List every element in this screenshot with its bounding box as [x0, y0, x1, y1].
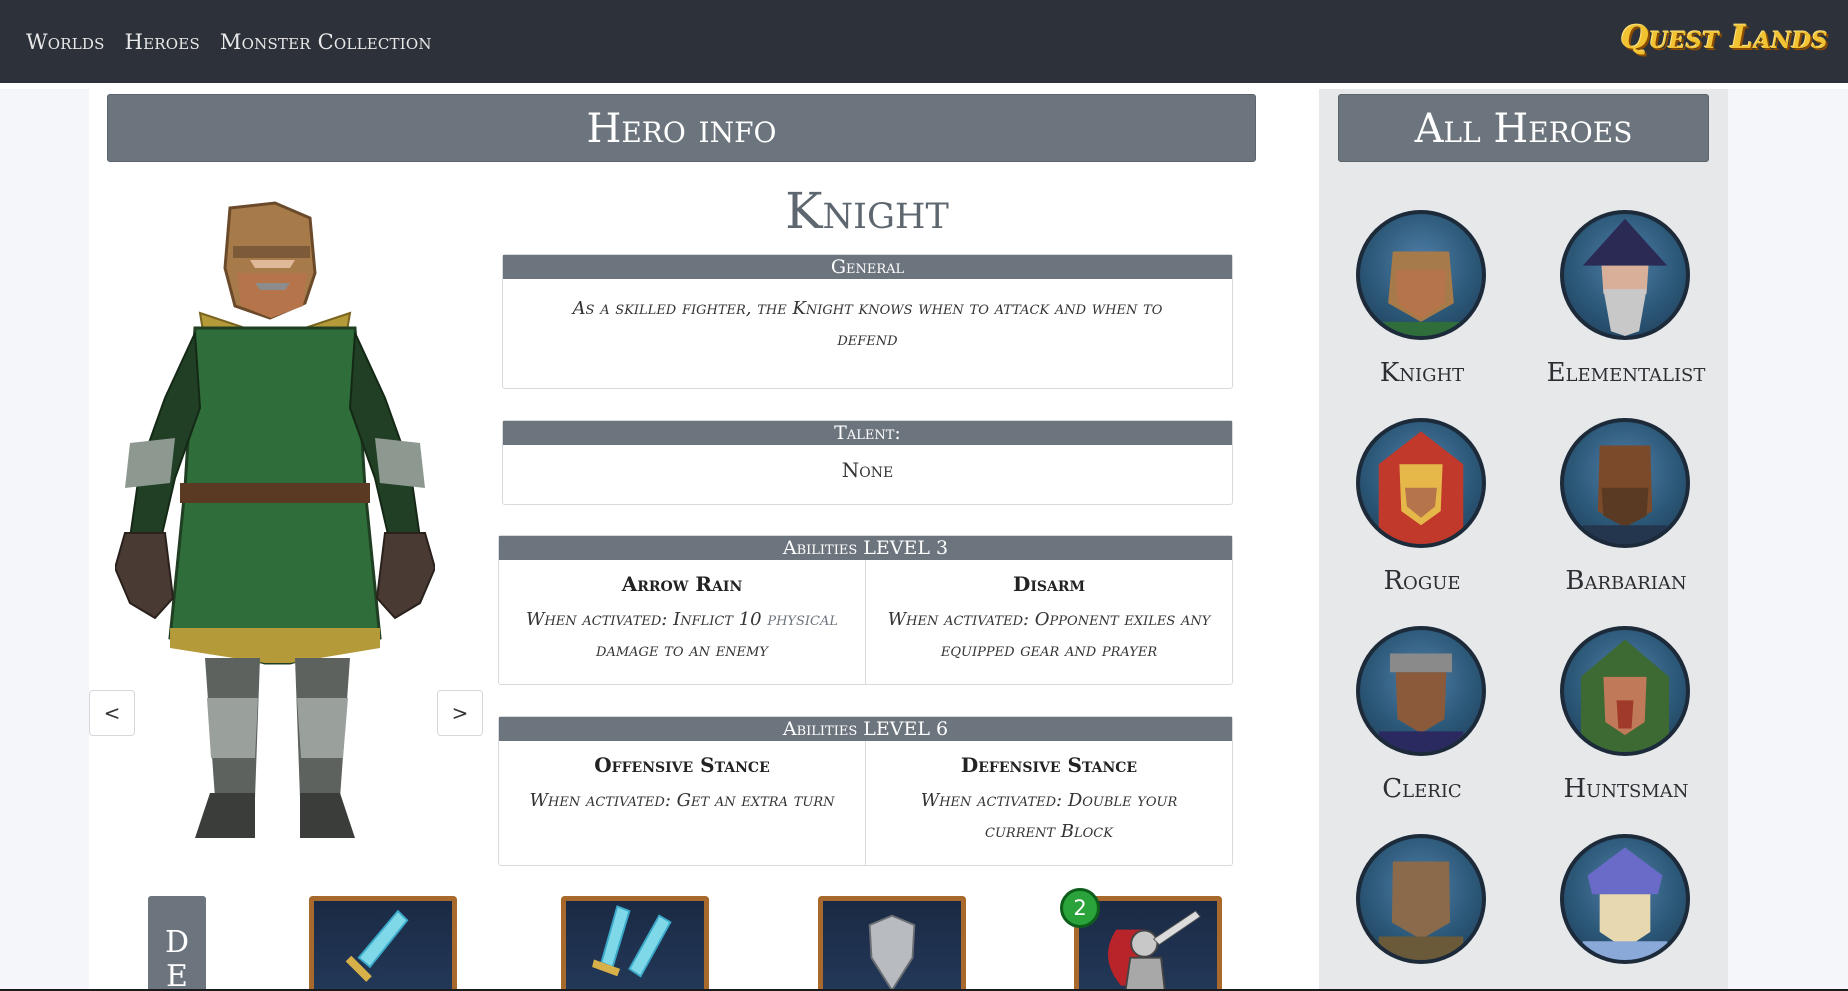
damage-type-label: physical	[767, 609, 839, 630]
knight-figure-image	[115, 201, 435, 838]
ability-name: Disarm	[1013, 572, 1085, 596]
nav-link-heroes[interactable]: Heroes	[125, 30, 200, 54]
top-navbar: Worlds Heroes Monster Collection Quest L…	[0, 0, 1848, 83]
card-count-badge: 2	[1060, 888, 1100, 928]
ability-description: When activated: Opponent exiles any equi…	[887, 609, 1211, 661]
hero-portrait-huntsman[interactable]	[1560, 626, 1690, 756]
hero-portrait-rogue[interactable]	[1356, 418, 1486, 548]
sword-icon[interactable]	[309, 896, 457, 991]
ability-description: When activated: Double your current Bloc…	[920, 790, 1178, 842]
hero-portrait[interactable]	[1560, 834, 1690, 964]
hero-label-cleric[interactable]: Cleric	[1322, 774, 1522, 804]
shield-icon[interactable]	[818, 896, 966, 991]
ability-card: Offensive Stance When activated: Get an …	[499, 741, 866, 865]
hero-portrait-cleric[interactable]	[1356, 626, 1486, 756]
hero-info-title: Hero info	[107, 94, 1256, 162]
ability-card: Arrow Rain When activated: Inflict 10 ph…	[499, 560, 866, 684]
deck-tab-letter: D	[164, 925, 190, 960]
hero-label-barbarian[interactable]: Barbarian	[1526, 566, 1726, 596]
talent-header: Talent:	[503, 421, 1232, 445]
hero-name: Knight	[785, 182, 949, 240]
hero-portrait-elementalist[interactable]	[1560, 210, 1690, 340]
abilities-level-3-section: Abilities LEVEL 3 Arrow Rain When activa…	[498, 535, 1233, 685]
ability-name: Defensive Stance	[960, 753, 1138, 777]
hero-portrait-knight[interactable]	[1356, 210, 1486, 340]
hero-portrait[interactable]	[1356, 834, 1486, 964]
hero-label-huntsman[interactable]: Huntsman	[1526, 774, 1726, 804]
previous-hero-button[interactable]: <	[89, 690, 135, 736]
ability-card: Disarm When activated: Opponent exiles a…	[866, 560, 1232, 684]
hero-label-rogue[interactable]: Rogue	[1322, 566, 1522, 596]
general-section: General As a skilled fighter, the Knight…	[502, 254, 1233, 389]
hero-portrait-barbarian[interactable]	[1560, 418, 1690, 548]
talent-section: Talent: None	[502, 420, 1233, 505]
abilities-level-3-header: Abilities LEVEL 3	[499, 536, 1232, 560]
hero-label-elementalist[interactable]: Elementalist	[1526, 358, 1726, 388]
abilities-level-6-header: Abilities LEVEL 6	[499, 717, 1232, 741]
ability-description: When activated: Inflict 10 physical dama…	[525, 609, 839, 661]
ability-description: When activated: Get an extra turn	[529, 790, 835, 811]
ability-name: Offensive Stance	[594, 753, 770, 777]
general-header: General	[503, 255, 1232, 279]
talent-value: None	[841, 458, 894, 482]
deck-tab-letter: E	[166, 959, 188, 991]
general-description: As a skilled fighter, the Knight knows w…	[572, 298, 1163, 350]
ability-card: Defensive Stance When activated: Double …	[866, 741, 1232, 865]
hero-label-knight[interactable]: Knight	[1322, 358, 1522, 388]
dual-swords-icon[interactable]	[561, 896, 709, 991]
quest-lands-logo[interactable]: Quest Lands	[1621, 18, 1828, 56]
abilities-level-6-section: Abilities LEVEL 6 Offensive Stance When …	[498, 716, 1233, 866]
deck-tab[interactable]: D E	[148, 896, 206, 991]
nav-link-worlds[interactable]: Worlds	[26, 30, 105, 54]
ability-name: Arrow Rain	[621, 572, 743, 596]
all-heroes-title: All Heroes	[1338, 94, 1709, 162]
next-hero-button[interactable]: >	[437, 690, 483, 736]
nav-link-monster-collection[interactable]: Monster Collection	[220, 30, 432, 54]
